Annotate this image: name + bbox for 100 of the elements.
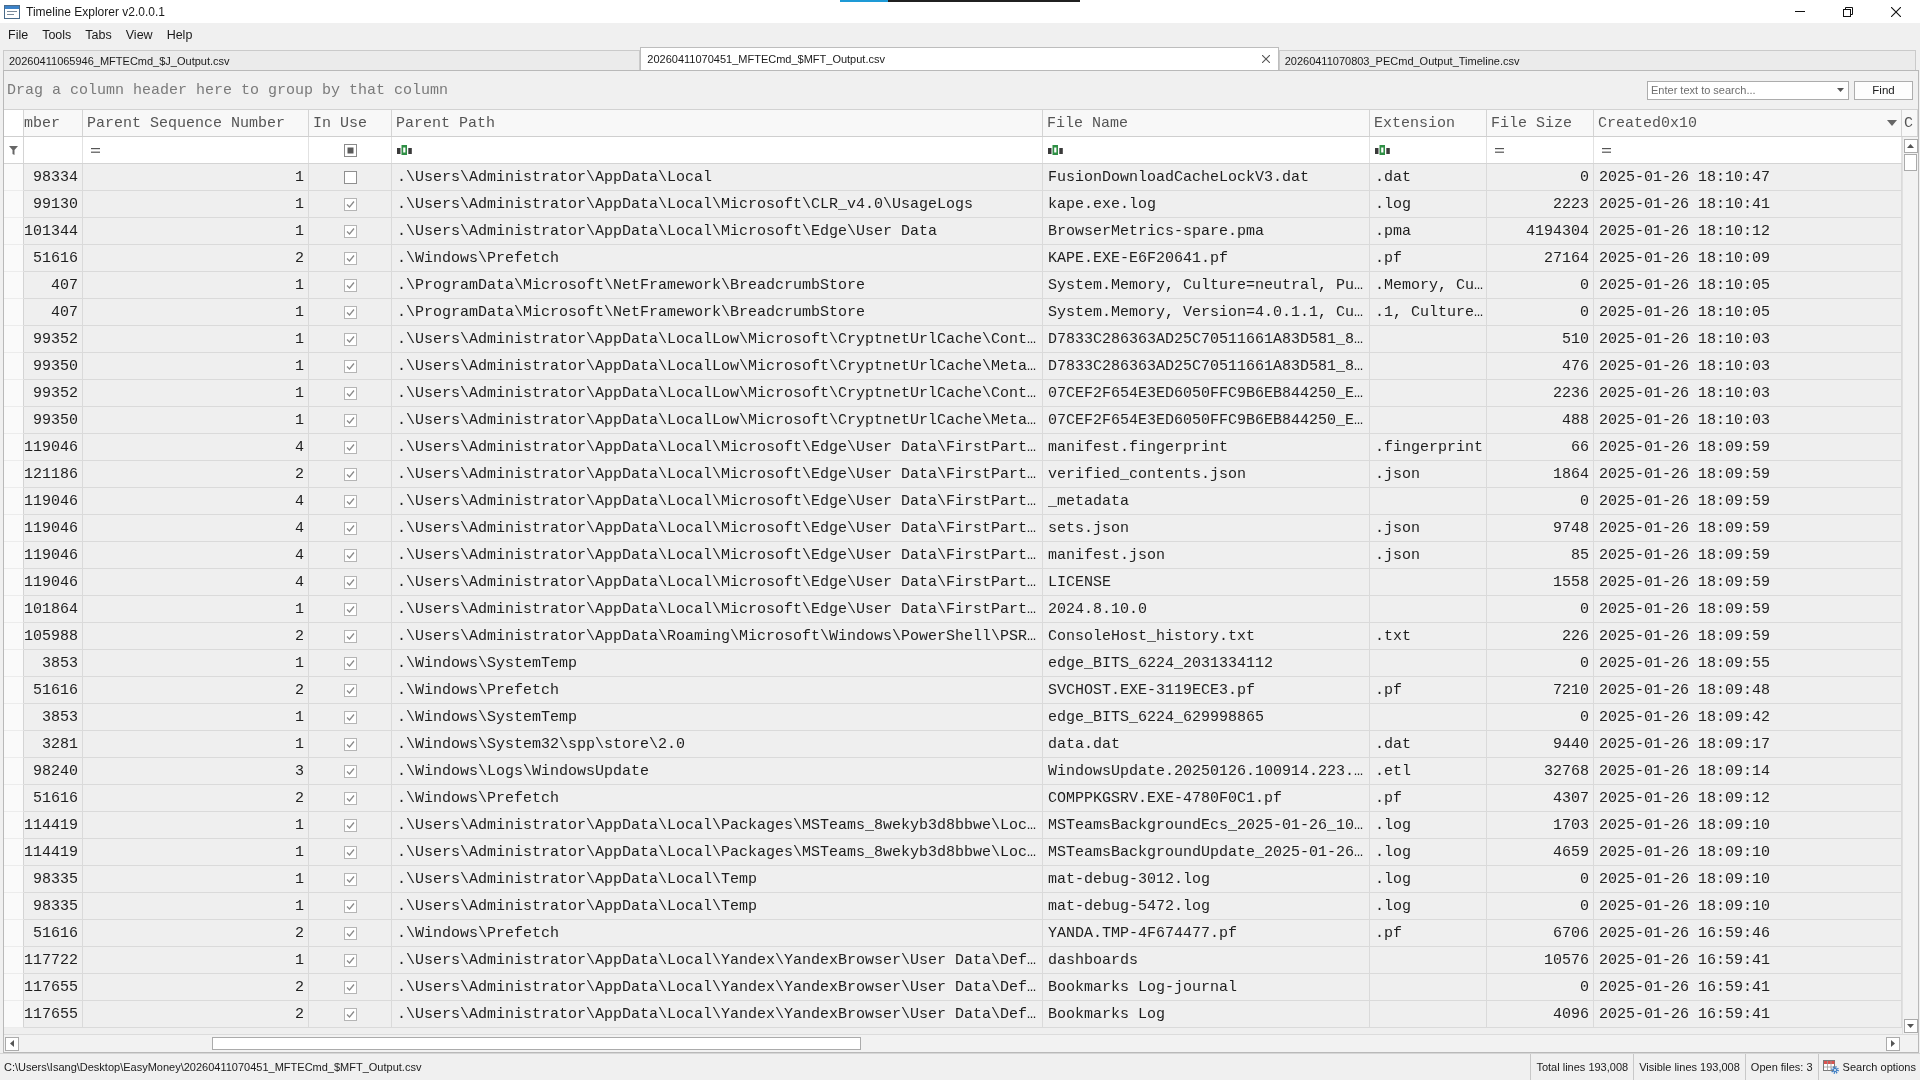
table-cell: 119046 <box>24 434 83 461</box>
horizontal-scrollbar[interactable] <box>4 1034 1918 1052</box>
table-cell: 66 <box>1487 434 1594 461</box>
checkbox[interactable] <box>343 548 357 562</box>
scroll-left-button[interactable] <box>5 1036 19 1051</box>
column-header[interactable]: Created0x10 <box>1594 110 1902 136</box>
checkbox[interactable] <box>343 872 357 886</box>
checkbox[interactable] <box>343 602 357 616</box>
table-cell: 99350 <box>24 407 83 434</box>
find-button[interactable]: Find <box>1854 80 1913 100</box>
checkbox[interactable] <box>343 386 357 400</box>
table-cell: 407 <box>24 299 83 326</box>
column-header[interactable]: File Size <box>1487 110 1594 136</box>
checkbox[interactable] <box>343 359 357 373</box>
checkbox[interactable] <box>343 575 357 589</box>
table-cell: COMPPKGSRV.EXE-4780F0C1.pf <box>1043 785 1370 812</box>
menu-item[interactable]: View <box>118 24 160 45</box>
restore-icon[interactable] <box>1843 6 1853 17</box>
table-cell: 117655 <box>24 1001 83 1028</box>
group-hint-text: Drag a column header here to group by that column <box>7 81 449 99</box>
checkbox[interactable] <box>343 845 357 859</box>
column-header[interactable]: mber <box>24 110 83 136</box>
checkbox[interactable] <box>343 737 357 751</box>
table-cell: 101344 <box>24 218 83 245</box>
caret-icon[interactable] <box>1887 120 1897 126</box>
table-cell: .\Users\Administrator\AppData\Local\Temp <box>392 893 1043 920</box>
close-icon[interactable] <box>1891 6 1901 17</box>
table-cell: 07CEF2F654E3ED6050FFC9B6EB844250_E… <box>1043 407 1370 434</box>
table-cell: 1 <box>83 353 309 380</box>
checkbox[interactable] <box>343 953 357 967</box>
checkbox[interactable] <box>343 629 357 643</box>
checkbox[interactable] <box>343 521 357 535</box>
checkbox[interactable] <box>343 467 357 481</box>
table-cell: .\Users\Administrator\AppData\LocalLow\Microsoft\CryptnetUrlCache\Meta… <box>392 407 1043 434</box>
scrollbar-thumb[interactable] <box>212 1037 861 1050</box>
checkbox[interactable] <box>343 764 357 778</box>
checkbox[interactable] <box>343 305 357 319</box>
column-header[interactable]: File Name <box>1043 110 1370 136</box>
filter-checkbox[interactable] <box>343 143 357 157</box>
menu-item[interactable]: Help <box>159 24 200 45</box>
open-files-text: Open files: 3 <box>1744 1054 1818 1080</box>
table-cell: 1 <box>83 839 309 866</box>
table-cell: 1 <box>83 812 309 839</box>
checkbox[interactable] <box>343 413 357 427</box>
table-cell: 2 <box>83 245 309 272</box>
table-cell: 85 <box>1487 542 1594 569</box>
checkbox[interactable] <box>343 980 357 994</box>
table-cell: 07CEF2F654E3ED6050FFC9B6EB844250_E… <box>1043 380 1370 407</box>
table-cell: 2236 <box>1487 380 1594 407</box>
tab[interactable]: 20260411065946_MFTECmd_$J_Output.csv <box>3 50 641 70</box>
column-header[interactable]: C <box>1902 110 1918 136</box>
table-cell: MSTeamsBackgroundEcs_2025-01-26_10… <box>1043 812 1370 839</box>
checkbox[interactable] <box>343 251 357 265</box>
table-cell: 1 <box>83 218 309 245</box>
table-cell: 0 <box>1487 299 1594 326</box>
table-cell: .\Users\Administrator\AppData\Local\Yandex\YandexBrowser\User Data\Def… <box>392 1001 1043 1028</box>
checkbox[interactable] <box>343 440 357 454</box>
table-cell: 51616 <box>24 785 83 812</box>
table-cell: 488 <box>1487 407 1594 434</box>
checkbox[interactable] <box>343 818 357 832</box>
checkbox[interactable] <box>343 494 357 508</box>
scroll-right-button[interactable] <box>1886 1036 1900 1051</box>
checkbox[interactable] <box>343 197 357 211</box>
search-field[interactable]: Enter text to search... <box>1647 80 1849 100</box>
checkbox[interactable] <box>343 332 357 346</box>
column-header[interactable]: Parent Path <box>392 110 1043 136</box>
table-cell: .\Windows\System32\spp\store\2.0 <box>392 731 1043 758</box>
table-cell: 2 <box>83 461 309 488</box>
table-cell: .log <box>1370 866 1487 893</box>
menu-item[interactable]: Tabs <box>78 24 119 45</box>
table-cell: .dat <box>1370 731 1487 758</box>
scroll-down-button[interactable] <box>1903 1019 1918 1033</box>
table-cell: 1 <box>83 407 309 434</box>
menu-item[interactable]: Tools <box>35 24 79 45</box>
scroll-up-button[interactable] <box>1903 139 1918 153</box>
checkbox[interactable] <box>343 1007 357 1021</box>
close-icon[interactable] <box>1261 55 1270 63</box>
checkbox[interactable] <box>343 170 357 184</box>
tab[interactable]: 20260411070451_MFTECmd_$MFT_Output.csv <box>640 47 1279 70</box>
table-cell: 2024.8.10.0 <box>1043 596 1370 623</box>
vertical-scrollbar[interactable] <box>1902 137 1918 1034</box>
scrollbar-thumb[interactable] <box>1904 154 1917 171</box>
column-header[interactable]: Parent Sequence Number <box>83 110 309 136</box>
checkbox[interactable] <box>343 791 357 805</box>
menu-item[interactable]: File <box>1 24 36 45</box>
checkbox[interactable] <box>343 899 357 913</box>
checkbox[interactable] <box>343 278 357 292</box>
table-cell: 2 <box>83 785 309 812</box>
checkbox[interactable] <box>343 683 357 697</box>
column-header[interactable]: In Use <box>309 110 392 136</box>
checkbox[interactable] <box>343 926 357 940</box>
checkbox[interactable] <box>343 710 357 724</box>
table-cell: .\Users\Administrator\AppData\LocalLow\Microsoft\CryptnetUrlCache\Cont… <box>392 380 1043 407</box>
column-header[interactable]: Extension <box>1370 110 1487 136</box>
checkbox[interactable] <box>343 656 357 670</box>
caret-icon[interactable] <box>1837 87 1844 92</box>
table-cell: 2025-01-26 18:09:59 <box>1594 434 1902 461</box>
checkbox[interactable] <box>343 224 357 238</box>
search-options-button[interactable]: Search options <box>1817 1054 1920 1080</box>
tab[interactable]: 20260411070803_PECmd_Output_Timeline.csv <box>1278 50 1916 70</box>
